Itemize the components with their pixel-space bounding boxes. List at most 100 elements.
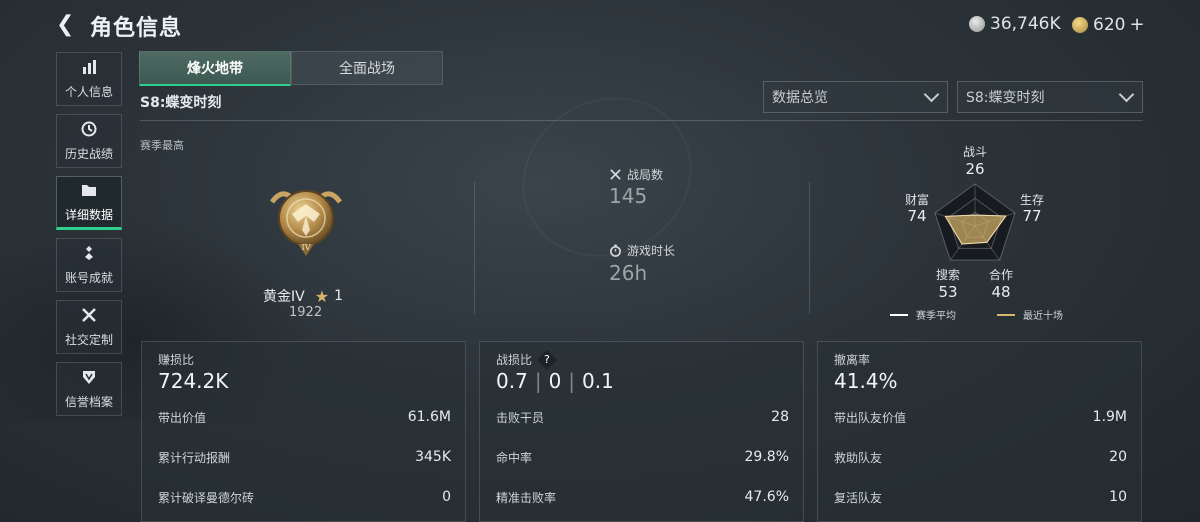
card-row: 命中率 29.8%	[496, 449, 789, 466]
sidebar-item-personal-info[interactable]: 个人信息	[56, 52, 122, 106]
legend-line	[890, 313, 908, 316]
separator: |	[534, 369, 542, 393]
rank-medal-icon: IV	[269, 190, 343, 256]
rank-name: 黄金IV	[263, 289, 305, 305]
star-icon: ★	[314, 286, 330, 306]
sidebar-item-social-custom[interactable]: 社交定制	[56, 300, 122, 354]
radar-value-survival: 77	[1022, 207, 1042, 225]
row-label: 精准击败率	[496, 491, 557, 505]
matches-label: 战局数	[627, 168, 664, 182]
legend-recent-label: 最近十场	[1023, 311, 1063, 322]
row-value: 0	[442, 489, 451, 505]
card-title-row: 战损比 ?	[496, 349, 557, 370]
gold-amount: 620	[1093, 14, 1126, 35]
svg-text:IV: IV	[302, 243, 311, 252]
add-currency-icon[interactable]: +	[1129, 14, 1144, 35]
row-value: 20	[1109, 449, 1127, 465]
section-divider	[474, 182, 475, 314]
row-label: 带出价值	[158, 411, 207, 425]
card-row: 带出队友价值 1.9M	[834, 409, 1127, 426]
legend-season-average: 赛季平均	[890, 307, 956, 322]
crossed-swords-icon	[610, 169, 621, 180]
playtime-label: 游戏时长	[627, 244, 676, 258]
kd-value-a: 0.7	[496, 369, 528, 393]
chevron-down-icon	[923, 86, 940, 103]
row-label: 累计行动报酬	[158, 451, 231, 465]
back-arrow-icon[interactable]: ❮	[56, 12, 74, 37]
matches-label-row: 战局数	[609, 166, 663, 183]
stopwatch-icon	[610, 244, 621, 257]
row-value: 10	[1109, 489, 1127, 505]
header-divider	[140, 120, 1143, 121]
kd-card: 战损比 ? 0.7 | 0 | 0.1 击败干员 28 命中率 29.8% 精准击败率 47.…	[479, 341, 804, 522]
background-satellite-dish	[493, 66, 721, 288]
radar-label-survival: 生存	[1019, 193, 1044, 207]
row-label: 复活队友	[834, 491, 883, 505]
sidebar-item-label: 详细数据	[64, 207, 113, 222]
tab-warfare[interactable]: 全面战场	[291, 51, 443, 85]
rank-stars: 1	[334, 288, 343, 304]
help-icon[interactable]: ?	[537, 349, 557, 370]
legend-line	[997, 313, 1015, 316]
card-title: 赚损比	[158, 353, 195, 367]
silver-coin-icon	[969, 16, 985, 32]
card-row: 击败干员 28	[496, 409, 789, 426]
radar-value-search: 53	[938, 283, 958, 301]
page-title: 角色信息	[90, 16, 183, 41]
card-row: 累计行动报酬 345K	[158, 449, 451, 466]
card-main-value: 0.7 | 0 | 0.1	[496, 369, 614, 393]
legend-season-label: 赛季平均	[916, 311, 956, 322]
sidebar: 个人信息 历史战绩 详细数据 账号成就 社交定制 信誉档案	[56, 52, 124, 424]
radar-label-search: 搜索	[935, 268, 960, 282]
bar-chart-icon	[81, 59, 97, 79]
stats-type-select[interactable]: 数据总览	[763, 81, 948, 113]
card-row: 累计破译曼德尔砖 0	[158, 489, 451, 506]
playtime-value: 26h	[609, 261, 648, 285]
rank-title: 黄金IV ★ 1	[263, 286, 343, 306]
card-row: 带出价值 61.6M	[158, 409, 451, 426]
medal-icon	[81, 245, 97, 265]
chevron-down-icon	[1118, 86, 1135, 103]
radar-value-combat: 26	[965, 160, 985, 178]
sidebar-item-reputation[interactable]: 信誉档案	[56, 362, 122, 416]
season-title: S8:蝶变时刻	[140, 95, 222, 111]
silver-amount: 36,746K	[990, 14, 1061, 34]
radar-value-teamwork: 48	[991, 283, 1011, 301]
kd-value-b: 0	[548, 369, 562, 393]
row-value: 1.9M	[1092, 409, 1127, 425]
gold-coin-icon	[1072, 16, 1088, 33]
sidebar-item-label: 信誉档案	[64, 394, 113, 409]
radar-value-wealth: 74	[907, 207, 927, 225]
season-select-value: S8:蝶变时刻	[966, 90, 1045, 106]
silver-currency: 36,746K	[969, 14, 1061, 34]
gold-currency[interactable]: 620 +	[1072, 14, 1145, 35]
sidebar-item-history[interactable]: 历史战绩	[56, 114, 122, 168]
top-bar: ❮ 角色信息 36,746K 620 +	[0, 0, 1200, 50]
sidebar-item-detailed-data[interactable]: 详细数据	[56, 176, 122, 230]
season-best-label: 赛季最高	[140, 139, 184, 152]
row-value: 47.6%	[744, 489, 789, 505]
folder-icon	[81, 182, 97, 202]
radar-label-wealth: 财富	[904, 193, 929, 207]
tab-operations[interactable]: 烽火地带	[139, 51, 291, 86]
card-row: 精准击败率 47.6%	[496, 489, 789, 506]
section-divider	[809, 182, 810, 314]
sidebar-item-label: 历史战绩	[64, 146, 113, 161]
row-value: 29.8%	[744, 449, 789, 465]
card-title: 战损比	[496, 353, 533, 367]
radar-label-combat: 战斗	[963, 145, 988, 159]
row-value: 28	[771, 409, 789, 425]
playtime-label-row: 游戏时长	[609, 242, 675, 259]
sidebar-item-achievements[interactable]: 账号成就	[56, 238, 122, 292]
card-main-value: 724.2K	[158, 369, 229, 393]
matches-value: 145	[609, 184, 648, 208]
card-title: 撤离率	[834, 353, 871, 367]
separator: |	[568, 369, 576, 393]
rank-score: 1922	[289, 305, 323, 320]
shield-icon	[81, 369, 97, 389]
profit-card: 赚损比 724.2K 带出价值 61.6M 累计行动报酬 345K 累计破译曼德尔砖…	[141, 341, 466, 522]
stats-type-value: 数据总览	[772, 90, 828, 106]
row-label: 命中率	[496, 451, 533, 465]
legend-recent-ten: 最近十场	[997, 307, 1063, 322]
season-select[interactable]: S8:蝶变时刻	[957, 81, 1143, 113]
